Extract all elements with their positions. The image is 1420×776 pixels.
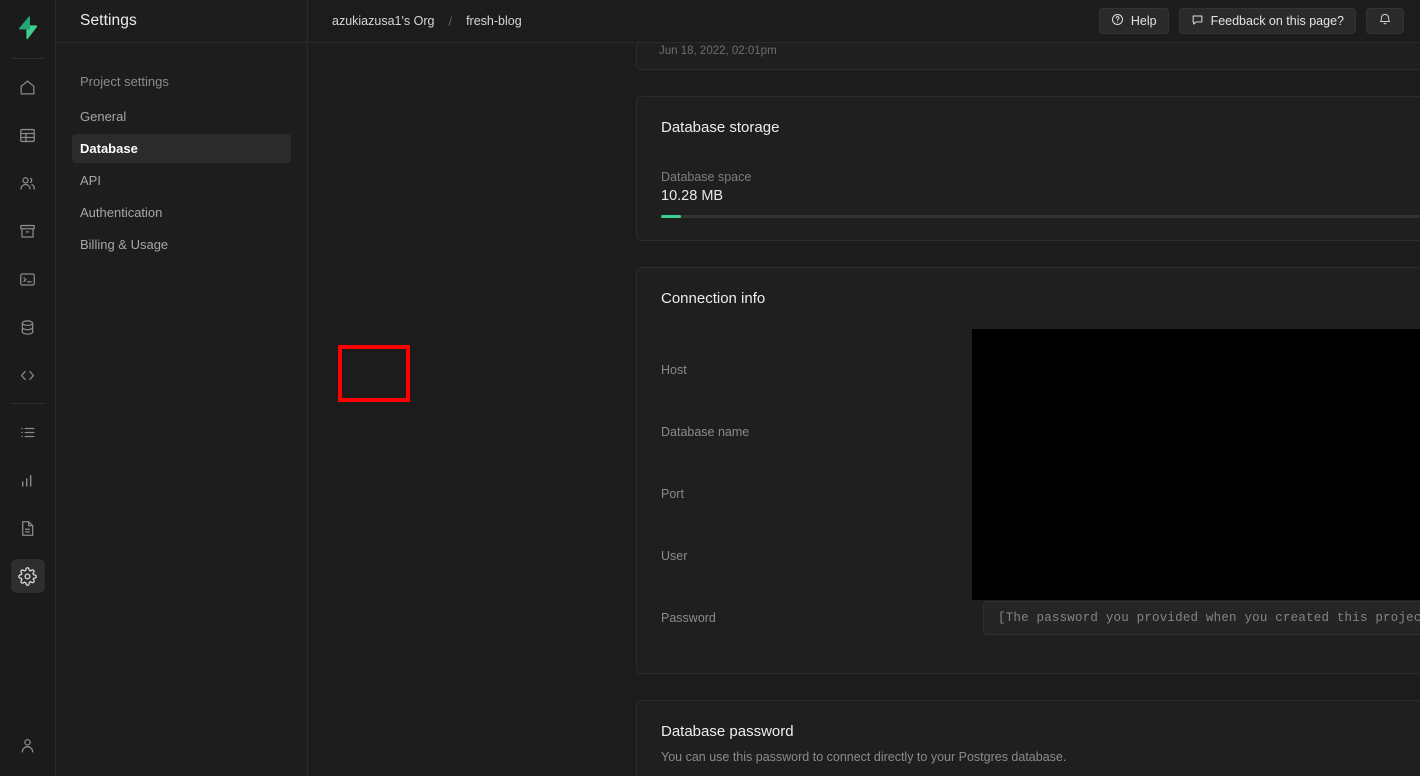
- notifications-button[interactable]: [1366, 8, 1404, 34]
- database-space-label: Database space: [661, 170, 752, 184]
- sidebar-item-api[interactable]: API: [72, 166, 291, 195]
- breadcrumb-org[interactable]: azukiazusa1's Org: [332, 14, 434, 28]
- database-storage-card: Database storage Database space 10.28 MB…: [636, 96, 1420, 241]
- connection-info-title: Connection info: [661, 290, 766, 307]
- sidebar-item-billing-usage[interactable]: Billing & Usage: [72, 230, 291, 259]
- app-root: Settings Project settings General Databa…: [0, 0, 1420, 776]
- database-password-description: You can use this password to connect dir…: [661, 750, 1067, 764]
- database-password-text: Database password You can use this passw…: [661, 723, 1131, 767]
- settings-gear-icon[interactable]: [10, 559, 45, 593]
- sidebar-item-database[interactable]: Database: [72, 134, 291, 163]
- storage-icon[interactable]: [11, 214, 45, 248]
- connection-label-database-name: Database name: [661, 425, 750, 439]
- database-space-progress-fill: [661, 215, 681, 218]
- feedback-button-label: Feedback on this page?: [1210, 14, 1344, 28]
- bell-icon: [1378, 12, 1392, 31]
- question-circle-icon: [1111, 13, 1124, 29]
- user-account-icon[interactable]: [11, 728, 45, 762]
- sidebar-nav: Project settings General Database API Au…: [56, 43, 307, 259]
- created-at-timestamp: Jun 18, 2022, 02:01pm: [659, 45, 777, 57]
- chat-bubble-icon: [1191, 13, 1204, 29]
- connection-label-host: Host: [661, 363, 687, 377]
- database-password-title: Database password: [661, 723, 794, 740]
- database-storage-title: Database storage: [661, 119, 780, 136]
- connection-label-port: Port: [661, 487, 684, 501]
- settings-sidebar: Settings Project settings General Databa…: [56, 0, 308, 776]
- page-title: Settings: [80, 12, 137, 29]
- top-bar-actions: Help Feedback on this page?: [1098, 8, 1404, 34]
- top-bar: azukiazusa1's Org / fresh-blog Help Feed…: [308, 0, 1420, 43]
- help-button-label: Help: [1130, 14, 1157, 28]
- connection-label-password: Password: [661, 611, 716, 625]
- database-space-used: 10.28 MB: [661, 188, 724, 204]
- rail-divider-top: [10, 58, 45, 59]
- database-password-card: Database password You can use this passw…: [636, 700, 1420, 776]
- home-icon[interactable]: [11, 70, 45, 104]
- docs-file-icon[interactable]: [11, 511, 45, 545]
- feedback-button[interactable]: Feedback on this page?: [1178, 8, 1356, 34]
- logs-list-icon[interactable]: [11, 415, 45, 449]
- authentication-users-icon[interactable]: [11, 166, 45, 200]
- connection-label-user: User: [661, 549, 688, 563]
- supabase-logo[interactable]: [0, 0, 56, 54]
- nav-group-label: Project settings: [80, 74, 169, 89]
- api-code-icon[interactable]: [11, 358, 45, 392]
- breadcrumb-separator: /: [448, 13, 453, 29]
- sidebar-item-general[interactable]: General: [72, 102, 291, 131]
- help-button[interactable]: Help: [1098, 8, 1169, 34]
- rail-divider-mid: [10, 403, 45, 404]
- project-meta-card: Jun 18, 2022, 02:01pm Jun 18, 2022, 04:5…: [636, 42, 1420, 70]
- reports-chart-icon[interactable]: [11, 463, 45, 497]
- breadcrumb-project[interactable]: fresh-blog: [466, 14, 522, 28]
- connection-value-password[interactable]: [The password you provided when you crea…: [983, 601, 1420, 635]
- database-space-progress-track: [661, 215, 1420, 218]
- main-area: azukiazusa1's Org / fresh-blog Help Feed…: [308, 0, 1420, 776]
- redaction-overlay: [972, 329, 1420, 600]
- database-icon[interactable]: [11, 310, 45, 344]
- connection-password-placeholder: [The password you provided when you crea…: [998, 611, 1420, 625]
- database-space-values: 10.28 MB 500MB: [661, 188, 1420, 204]
- sidebar-header: Settings: [56, 0, 307, 43]
- sql-editor-icon[interactable]: [11, 262, 45, 296]
- primary-nav-rail: [0, 0, 56, 776]
- database-space-section: Database space 10.28 MB 500MB: [661, 170, 1420, 218]
- sidebar-item-authentication[interactable]: Authentication: [72, 198, 291, 227]
- table-editor-icon[interactable]: [11, 118, 45, 152]
